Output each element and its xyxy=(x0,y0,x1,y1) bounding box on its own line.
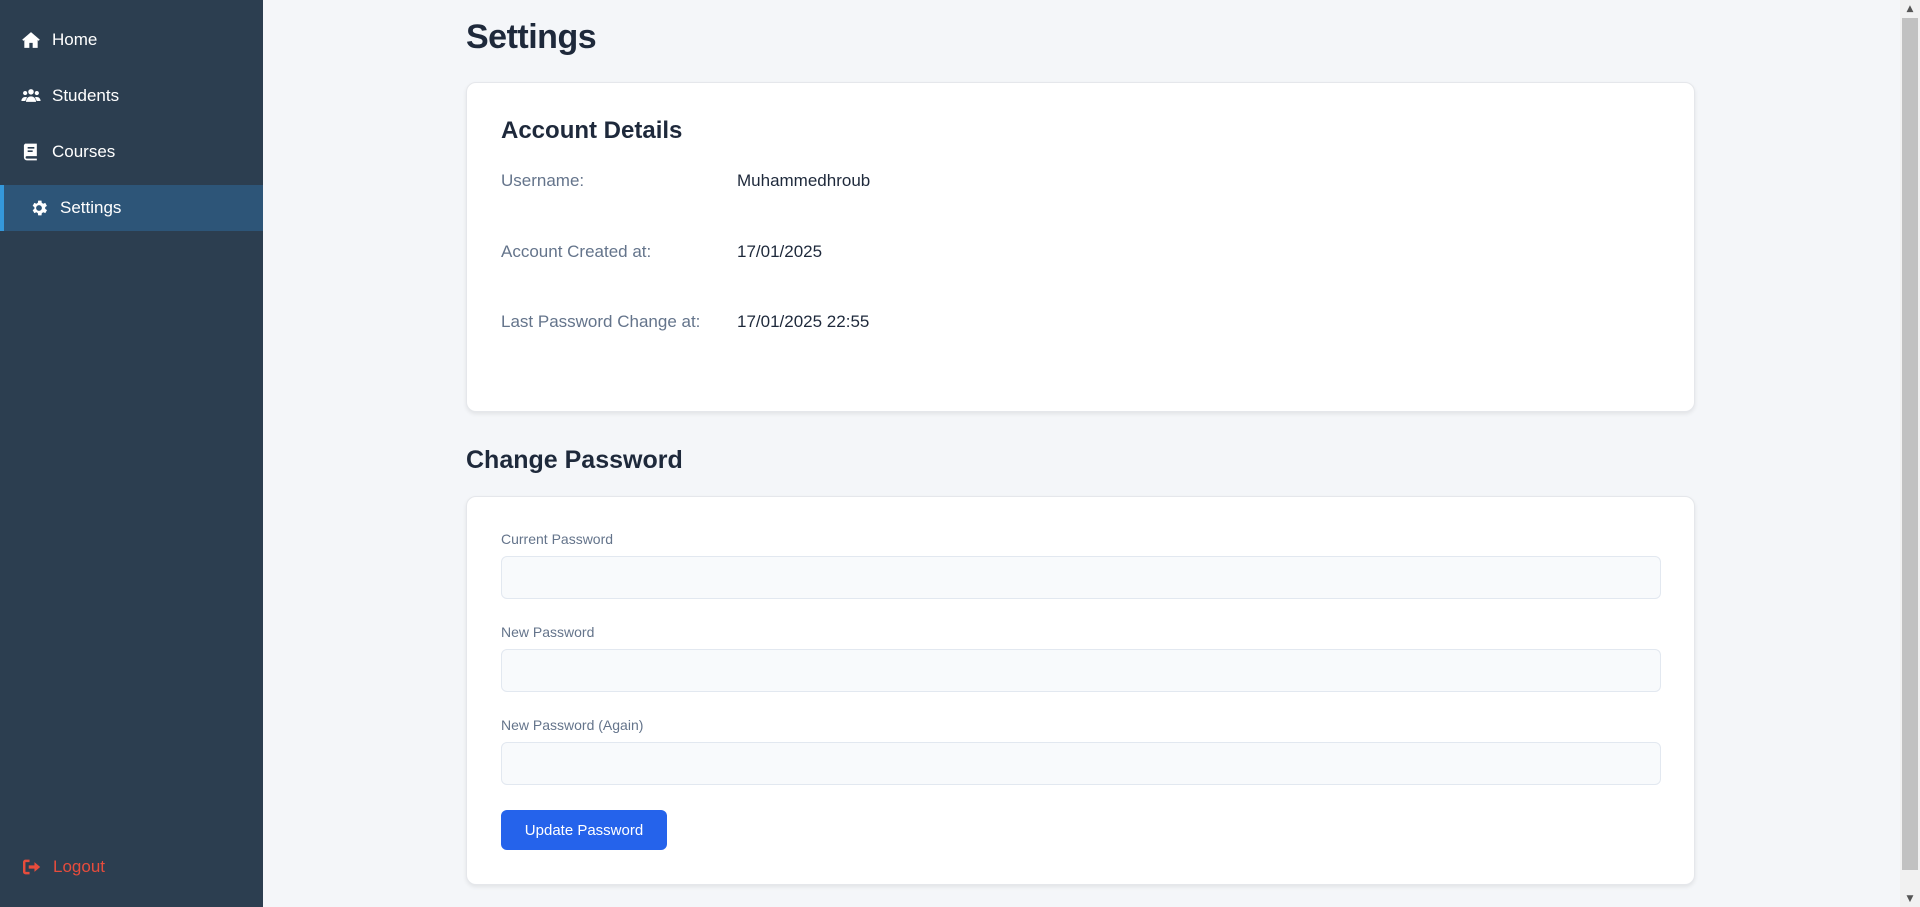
sidebar-item-label: Students xyxy=(52,86,120,105)
change-password-form: Current Password New Password New Passwo… xyxy=(501,530,1661,850)
change-password-card: Current Password New Password New Passwo… xyxy=(466,496,1695,885)
users-icon xyxy=(20,86,42,106)
current-password-label: Current Password xyxy=(501,531,614,547)
logout-label: Logout xyxy=(53,857,105,876)
account-created-label: Account Created at: xyxy=(501,242,652,261)
scroll-up-arrow-icon[interactable]: ▲ xyxy=(1900,0,1920,17)
app-root: Home Students Courses Settings Logout Se… xyxy=(0,0,1920,907)
account-created-row: Account Created at: 17/01/2025 xyxy=(501,240,1660,264)
update-password-button[interactable]: Update Password xyxy=(501,810,667,850)
main-content: Settings Account Details Username: Muham… xyxy=(466,0,1695,885)
sidebar-nav: Home Students Courses Settings xyxy=(0,0,263,231)
new-password-label: New Password xyxy=(501,624,595,640)
logout-icon xyxy=(22,858,42,876)
account-created-value: 17/01/2025 xyxy=(737,242,823,261)
last-password-change-row: Last Password Change at: 17/01/2025 22:5… xyxy=(501,310,1660,334)
new-password-again-label: New Password (Again) xyxy=(501,717,644,733)
logout-button[interactable]: Logout xyxy=(22,857,105,877)
sidebar-item-label: Courses xyxy=(52,142,116,161)
last-password-change-label: Last Password Change at: xyxy=(501,312,701,331)
sidebar-item-students[interactable]: Students xyxy=(0,73,263,119)
account-details-card: Account Details Username: Muhammedhroub … xyxy=(466,82,1695,412)
sidebar-item-courses[interactable]: Courses xyxy=(0,129,263,175)
sidebar: Home Students Courses Settings Logout xyxy=(0,0,263,907)
page-scrollbar[interactable]: ▲ ▼ xyxy=(1900,0,1920,907)
scrollbar-thumb[interactable] xyxy=(1902,18,1918,870)
home-icon xyxy=(20,30,42,50)
scroll-down-arrow-icon[interactable]: ▼ xyxy=(1900,890,1920,907)
new-password-again-field: New Password (Again) xyxy=(501,716,1661,785)
gear-icon xyxy=(28,198,50,218)
page-title: Settings xyxy=(466,18,597,56)
sidebar-item-label: Home xyxy=(52,30,98,49)
new-password-again-input[interactable] xyxy=(501,742,1661,785)
account-details-title: Account Details xyxy=(501,117,683,144)
new-password-input[interactable] xyxy=(501,649,1661,692)
username-value: Muhammedhroub xyxy=(737,171,871,190)
change-password-title: Change Password xyxy=(466,446,683,474)
last-password-change-value: 17/01/2025 22:55 xyxy=(737,312,870,331)
sidebar-item-label: Settings xyxy=(60,198,122,217)
sidebar-item-home[interactable]: Home xyxy=(0,17,263,63)
new-password-field: New Password xyxy=(501,623,1661,692)
current-password-input[interactable] xyxy=(501,556,1661,599)
book-icon xyxy=(20,142,42,162)
username-row: Username: Muhammedhroub xyxy=(501,169,1660,193)
current-password-field: Current Password xyxy=(501,530,1661,599)
sidebar-item-settings[interactable]: Settings xyxy=(0,185,263,231)
username-label: Username: xyxy=(501,171,585,190)
